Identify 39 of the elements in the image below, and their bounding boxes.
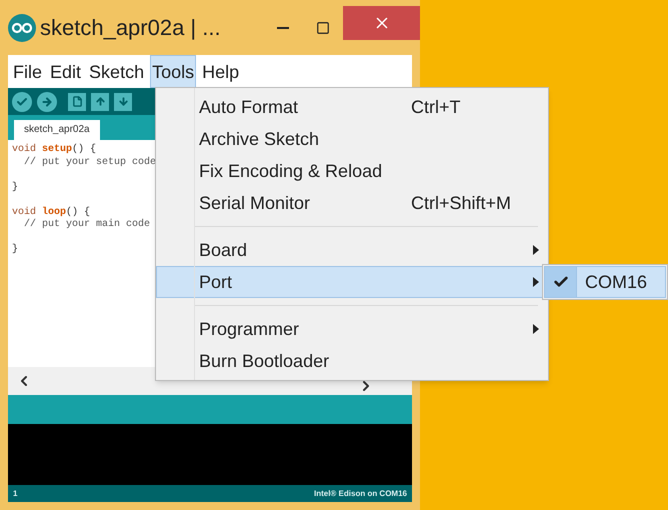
code-line: } — [12, 182, 18, 194]
upload-button[interactable] — [37, 92, 57, 112]
menu-item[interactable]: Programmer — [156, 313, 548, 345]
menu-item[interactable]: Archive Sketch — [156, 123, 548, 155]
menu-bar-item[interactable]: Tools — [150, 55, 196, 88]
line-number: 1 — [13, 488, 18, 500]
menu-item[interactable]: Serial Monitor Ctrl+Shift+M — [156, 187, 548, 219]
menu-item[interactable]: Fix Encoding & Reload — [156, 155, 548, 187]
document-icon — [72, 96, 82, 107]
menu-bar-item[interactable]: Help — [200, 55, 242, 88]
save-button[interactable] — [114, 92, 132, 110]
menu-bar-item[interactable]: File — [11, 55, 44, 88]
arrow-down-icon — [118, 96, 128, 107]
menu-item[interactable]: Auto Format Ctrl+T — [156, 91, 548, 123]
infinity-logo-icon — [8, 14, 36, 42]
editor-tab[interactable]: sketch_apr02a — [14, 120, 100, 140]
minimize-icon — [277, 26, 289, 28]
open-button[interactable] — [91, 92, 109, 110]
code-line: void loop() { — [12, 206, 90, 218]
code-line: void setup() { — [12, 144, 96, 156]
code-line: } — [12, 244, 18, 256]
verify-button[interactable] — [12, 92, 32, 112]
new-button[interactable] — [68, 92, 86, 110]
board-status: Intel® Edison on COM16 — [314, 488, 407, 500]
maximize-icon — [316, 20, 330, 34]
menu-item[interactable]: Burn Bootloader — [156, 345, 548, 377]
menu-bar-item[interactable]: Edit — [48, 55, 84, 88]
arrow-right-icon — [41, 96, 53, 108]
submenu-arrow-icon — [533, 277, 539, 287]
code-line: // put your main code — [23, 219, 150, 232]
submenu-arrow-icon — [533, 245, 539, 255]
submenu-arrow-icon — [533, 324, 539, 334]
menu-bar-item[interactable]: Sketch — [87, 55, 146, 88]
menu-item[interactable]: Board — [156, 234, 548, 266]
code-line: // put your setup code — [23, 156, 156, 169]
window-title: sketch_apr02a | ... — [40, 14, 221, 42]
check-icon — [16, 96, 28, 108]
arrow-up-icon — [94, 96, 106, 107]
menu-item[interactable]: COM16 — [544, 266, 666, 298]
